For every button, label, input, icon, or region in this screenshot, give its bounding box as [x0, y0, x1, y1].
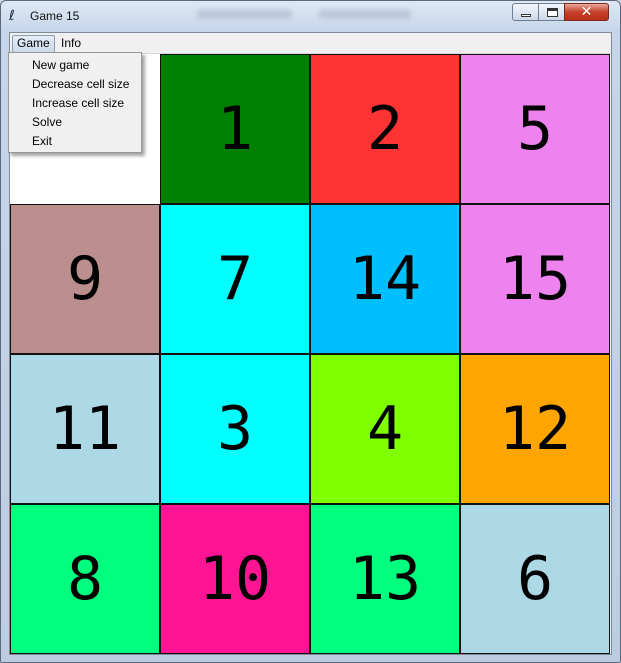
tile-4[interactable]: 4: [310, 354, 460, 504]
close-button[interactable]: ✕: [564, 3, 609, 21]
tile-3[interactable]: 3: [160, 354, 310, 504]
game-menu-dropdown: New game Decrease cell size Increase cel…: [8, 52, 142, 153]
title-bar[interactable]: ℓ Game 15 ✕: [1, 1, 620, 32]
tile-13[interactable]: 13: [310, 504, 460, 654]
tile-2[interactable]: 2: [310, 54, 460, 204]
menu-bar: Game Info: [10, 33, 611, 54]
tile-8[interactable]: 8: [10, 504, 160, 654]
menu-game[interactable]: Game: [12, 35, 55, 53]
maximize-button[interactable]: [538, 3, 565, 21]
close-icon: ✕: [580, 4, 593, 20]
menu-item-increase-cell-size[interactable]: Increase cell size: [32, 96, 124, 110]
tile-14[interactable]: 14: [310, 204, 460, 354]
menu-item-new-game[interactable]: New game: [32, 58, 89, 72]
minimize-icon: [521, 14, 531, 17]
maximize-icon: [547, 8, 558, 17]
tile-6[interactable]: 6: [460, 504, 610, 654]
blurred-title-area: [197, 9, 292, 19]
blurred-title-area: [319, 9, 411, 19]
tile-1[interactable]: 1: [160, 54, 310, 204]
minimize-button[interactable]: [512, 3, 539, 21]
tile-11[interactable]: 11: [10, 354, 160, 504]
tile-15[interactable]: 15: [460, 204, 610, 354]
menu-info[interactable]: Info: [57, 35, 85, 51]
menu-item-exit[interactable]: Exit: [32, 134, 52, 148]
tile-7[interactable]: 7: [160, 204, 310, 354]
tile-9[interactable]: 9: [10, 204, 160, 354]
feather-icon: ℓ: [9, 8, 15, 24]
window-title: Game 15: [30, 9, 80, 23]
tile-12[interactable]: 12: [460, 354, 610, 504]
tile-10[interactable]: 10: [160, 504, 310, 654]
menu-item-solve[interactable]: Solve: [32, 115, 62, 129]
tile-5[interactable]: 5: [460, 54, 610, 204]
menu-item-decrease-cell-size[interactable]: Decrease cell size: [32, 77, 129, 91]
